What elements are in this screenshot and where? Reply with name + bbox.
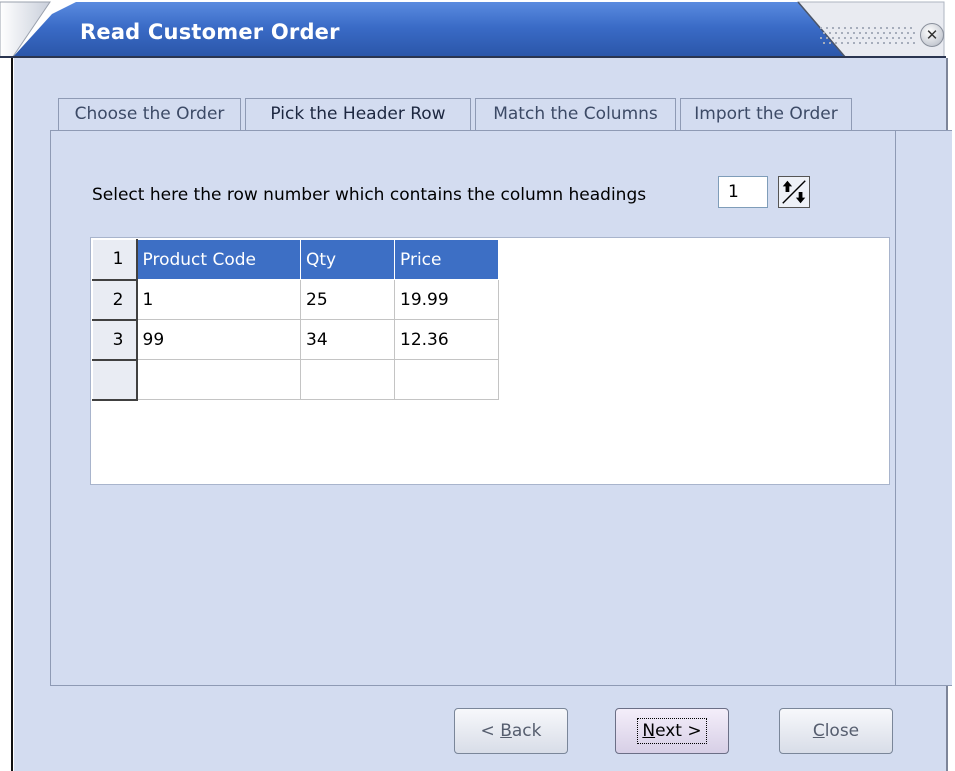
table-cell[interactable]: Price bbox=[394, 239, 499, 280]
row-number[interactable]: 3 bbox=[92, 319, 138, 361]
table-cell[interactable]: Product Code bbox=[136, 239, 301, 280]
window-title: Read Customer Order bbox=[80, 20, 340, 44]
table-cell[interactable]: 34 bbox=[300, 319, 395, 360]
back-button-prefix: < bbox=[480, 721, 501, 741]
tab-panel-edge bbox=[895, 130, 896, 686]
table-cell[interactable]: 25 bbox=[300, 279, 395, 320]
table-cell[interactable] bbox=[300, 359, 395, 400]
close-button-accel: C bbox=[812, 721, 825, 741]
tab-pick-the-header-row[interactable]: Pick the Header Row bbox=[245, 98, 471, 130]
table-cell[interactable]: 12.36 bbox=[394, 319, 499, 360]
row-number[interactable]: 1 bbox=[92, 239, 138, 281]
dialog-window: Read Customer Order ✕ Choose the Order P… bbox=[0, 0, 955, 771]
header-row-prompt: Select here the row number which contain… bbox=[92, 185, 647, 205]
close-button[interactable]: Close bbox=[779, 708, 893, 754]
back-button-accel: B bbox=[500, 721, 512, 741]
back-button-rest: ack bbox=[511, 721, 542, 741]
tab-import-the-order[interactable]: Import the Order bbox=[680, 98, 852, 130]
tab-match-the-columns[interactable]: Match the Columns bbox=[475, 98, 676, 130]
spin-up-down-icon[interactable] bbox=[778, 176, 810, 208]
next-button-accel: N bbox=[642, 721, 656, 741]
table-cell[interactable]: 99 bbox=[136, 319, 301, 360]
preview-table: 1 Product Code Qty Price 2 1 25 19.99 3 … bbox=[92, 239, 499, 401]
close-button-rest: lose bbox=[824, 721, 860, 741]
tab-choose-the-order[interactable]: Choose the Order bbox=[58, 98, 241, 130]
table-row[interactable]: 2 1 25 19.99 bbox=[92, 279, 499, 321]
drag-grip-icon[interactable] bbox=[818, 23, 922, 47]
next-button-rest: ext > bbox=[655, 721, 702, 741]
table-row[interactable]: 1 Product Code Qty Price bbox=[92, 239, 499, 281]
row-number[interactable] bbox=[92, 359, 138, 401]
table-row[interactable]: 3 99 34 12.36 bbox=[92, 319, 499, 361]
next-button[interactable]: Next > bbox=[615, 708, 729, 754]
table-cell[interactable]: Qty bbox=[300, 239, 395, 280]
close-window-icon[interactable]: ✕ bbox=[920, 23, 944, 47]
row-number[interactable]: 2 bbox=[92, 279, 138, 321]
table-cell[interactable]: 1 bbox=[136, 279, 301, 320]
window-left-border-line bbox=[11, 58, 13, 771]
next-button-focus: Next > bbox=[637, 718, 707, 744]
back-button[interactable]: < Back bbox=[454, 708, 568, 754]
table-row[interactable] bbox=[92, 359, 499, 401]
table-cell[interactable] bbox=[394, 359, 499, 400]
table-cell[interactable] bbox=[136, 359, 301, 400]
header-row-number-input[interactable]: 1 bbox=[718, 176, 768, 208]
table-cell[interactable]: 19.99 bbox=[394, 279, 499, 320]
